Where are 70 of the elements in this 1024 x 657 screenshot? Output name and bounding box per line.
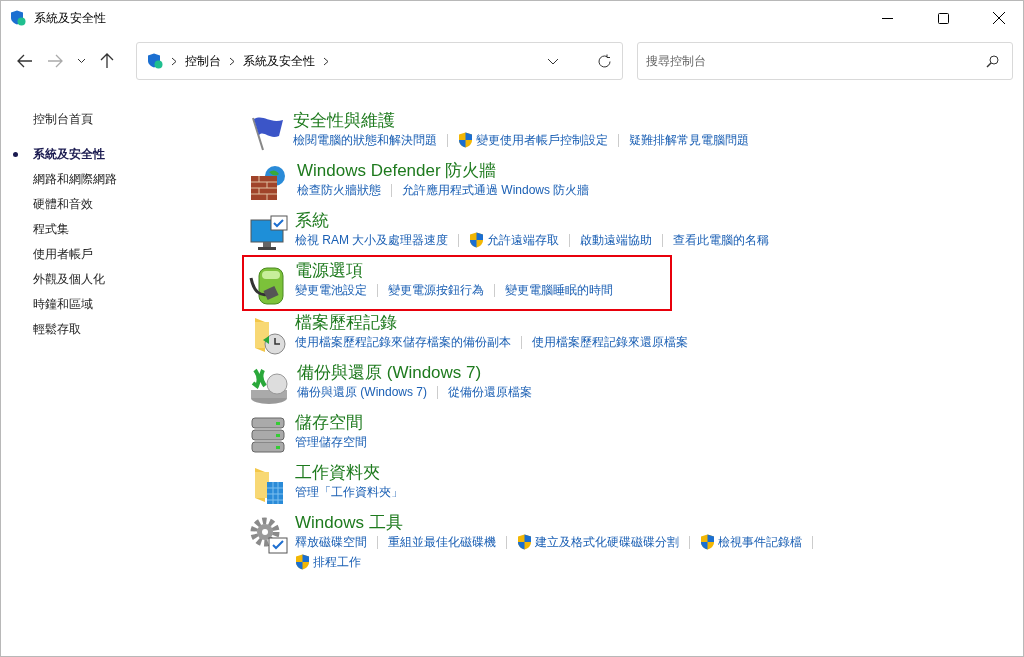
gear-checkbox-icon [249, 516, 289, 556]
chevron-right-icon [171, 56, 177, 66]
sidebar-link[interactable]: 硬體和音效 [33, 192, 211, 217]
sidebar-link[interactable]: 外觀及個人化 [33, 267, 211, 292]
address-bar[interactable]: 控制台 系統及安全性 [136, 42, 623, 80]
category-title[interactable]: Windows 工具 [295, 512, 875, 534]
task-link[interactable]: 查看此電腦的名稱 [673, 232, 770, 248]
task-link[interactable]: 允許遠端存取 [469, 232, 560, 248]
monitor-icon [249, 214, 289, 252]
minimize-icon [881, 17, 893, 19]
task-link[interactable]: 變更電池設定 [295, 282, 367, 298]
search-icon [986, 54, 999, 68]
task-link[interactable]: 使用檔案歷程記錄來儲存檔案的備份副本 [295, 334, 511, 350]
task-link[interactable]: 排程工作 [295, 554, 361, 570]
shield-icon [147, 53, 163, 69]
category-title[interactable]: 備份與還原 (Windows 7) [297, 362, 877, 384]
task-link[interactable]: 變更電源按鈕行為 [388, 282, 484, 298]
shield-icon [700, 534, 715, 550]
task-link[interactable]: 使用檔案歷程記錄來還原檔案 [532, 334, 688, 350]
shield-icon [469, 232, 485, 248]
chevron-right-icon [229, 56, 235, 66]
task-link[interactable]: 建立及格式化硬碟磁碟分割 [517, 534, 679, 550]
task-link[interactable]: 釋放磁碟空間 [295, 534, 367, 550]
task-link[interactable]: 備份與還原 (Windows 7) [297, 384, 427, 400]
category-title[interactable]: 工作資料夾 [295, 462, 875, 484]
sidebar-link[interactable]: 使用者帳戶 [33, 242, 211, 267]
task-link[interactable]: 檢視 RAM 大小及處理器速度 [295, 232, 449, 248]
sidebar-link[interactable]: 輕鬆存取 [33, 317, 211, 342]
task-link[interactable]: 檢查防火牆狀態 [297, 182, 381, 198]
back-arrow-icon [17, 54, 33, 68]
category-title[interactable]: 安全性與維護 [293, 110, 873, 132]
shield-icon [10, 10, 26, 26]
shield-icon [295, 554, 310, 570]
shield-icon [458, 132, 473, 148]
bullet-icon [13, 152, 18, 157]
task-link[interactable]: 允許應用程式通過 Windows 防火牆 [402, 182, 590, 198]
forward-arrow-icon [47, 54, 63, 68]
breadcrumb[interactable]: 系統及安全性 [243, 52, 315, 70]
task-link[interactable]: 變更使用者帳戶控制設定 [458, 132, 608, 148]
backup-drive-icon [249, 366, 291, 406]
task-link[interactable]: 檢閱電腦的狀態和解決問題 [293, 132, 437, 148]
category-title[interactable]: Windows Defender 防火牆 [297, 160, 877, 182]
close-icon [993, 12, 1005, 24]
task-link[interactable]: 檢視事件記錄檔 [700, 534, 802, 550]
category-title[interactable]: 檔案歷程記錄 [295, 312, 875, 334]
task-link[interactable]: 重組並最佳化磁碟機 [388, 534, 496, 550]
task-link[interactable]: 變更電腦睡眠的時間 [505, 282, 613, 298]
chevron-down-icon[interactable] [547, 57, 559, 65]
up-arrow-icon [100, 53, 114, 69]
task-link[interactable]: 疑難排解常見電腦問題 [629, 132, 749, 148]
sidebar-link[interactable]: 網路和網際網路 [33, 167, 211, 192]
task-link[interactable]: 管理儲存空間 [295, 434, 367, 450]
chevron-down-icon [77, 58, 86, 64]
chevron-right-icon [323, 56, 329, 66]
category-title[interactable]: 系統 [295, 210, 875, 232]
sidebar-link[interactable]: 控制台首頁 [33, 107, 211, 132]
refresh-icon[interactable] [597, 53, 612, 69]
task-link[interactable]: 管理「工作資料夾」 [295, 484, 403, 500]
category-title[interactable]: 儲存空間 [295, 412, 875, 434]
sidebar-link[interactable]: 時鐘和區域 [33, 292, 211, 317]
breadcrumb[interactable]: 控制台 [185, 52, 221, 70]
search-field[interactable]: 搜尋控制台 [637, 42, 1013, 80]
task-link[interactable]: 從備份還原檔案 [448, 384, 532, 400]
sidebar-link[interactable]: 程式集 [33, 217, 211, 242]
shield-icon [517, 534, 532, 550]
window-title: 系統及安全性 [34, 9, 107, 27]
task-link[interactable]: 啟動遠端協助 [580, 232, 653, 248]
maximize-icon [937, 12, 949, 24]
sidebar-link[interactable]: 系統及安全性 [33, 142, 211, 167]
category-title[interactable]: 電源選項 [295, 260, 875, 282]
